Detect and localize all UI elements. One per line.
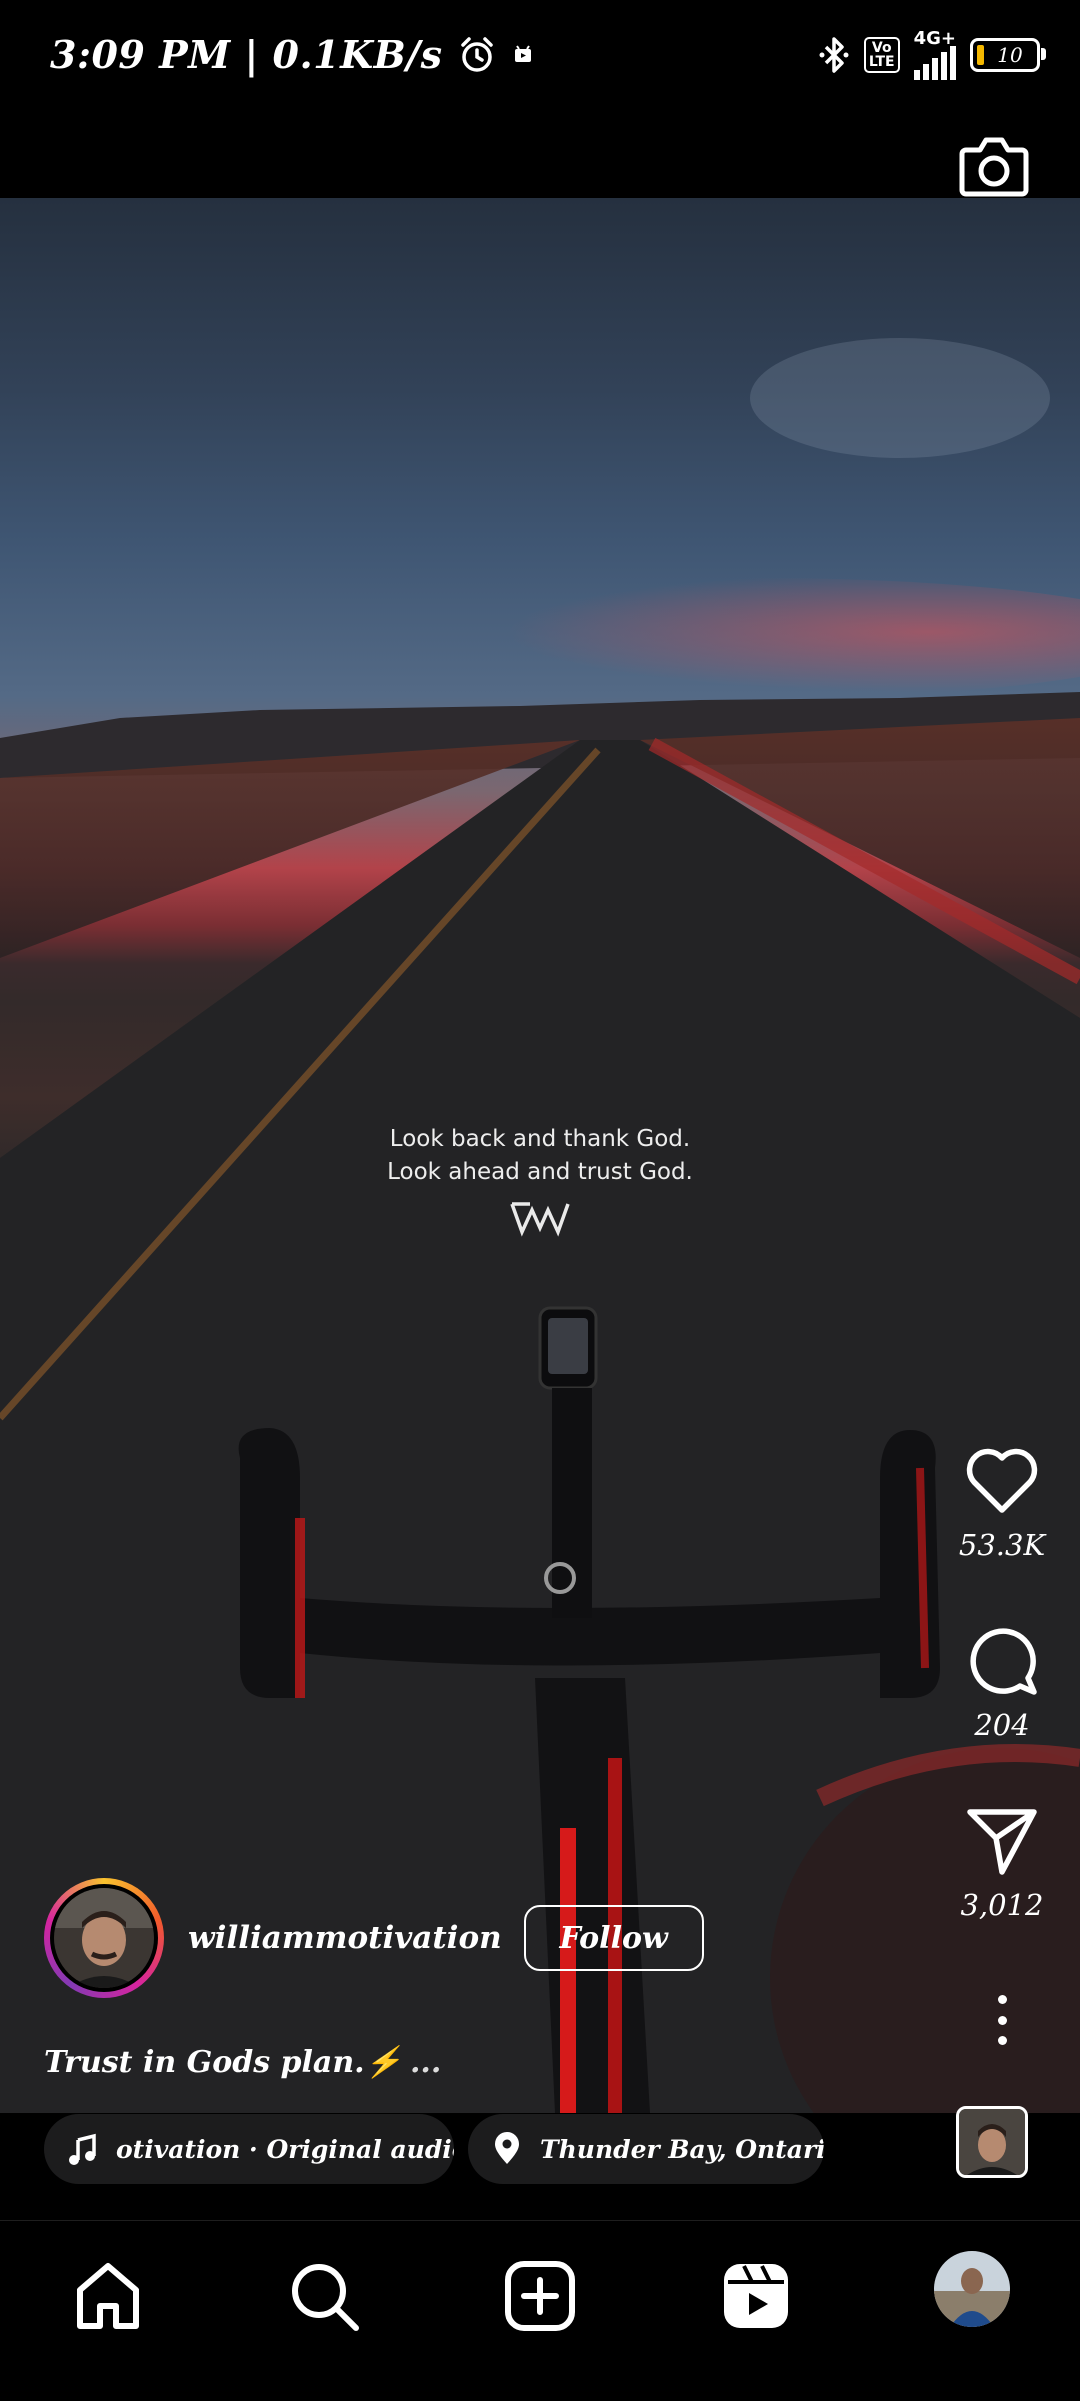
status-time: 3:09 PM | 0.1KB/s xyxy=(50,32,443,77)
overlay-line-1: Look back and thank God. xyxy=(389,1126,691,1152)
location-chip[interactable]: Thunder Bay, Ontario xyxy=(468,2114,824,2184)
video-overlay-text: Look back and thank God. Look ahead and … xyxy=(0,1123,1080,1189)
battery-fill xyxy=(977,45,984,65)
caption[interactable]: Trust in Gods plan.⚡... xyxy=(44,2045,441,2080)
profile-avatar[interactable] xyxy=(934,2251,1010,2327)
comment-action[interactable]: 204 xyxy=(952,1620,1052,1742)
overlay-line-2: Look ahead and trust God. xyxy=(387,1159,693,1185)
reels-icon[interactable] xyxy=(718,2258,794,2334)
heart-icon[interactable] xyxy=(962,1440,1042,1520)
bluetooth-icon xyxy=(818,35,850,75)
comment-icon[interactable] xyxy=(962,1620,1042,1700)
comment-count: 204 xyxy=(974,1708,1030,1742)
battery-icon: 10 xyxy=(970,38,1046,72)
audio-label: otivation · Original audio u xyxy=(116,2134,454,2164)
status-right: Vo LTE 4G+ 10 xyxy=(818,30,1046,80)
signal-icon: 4G+ xyxy=(913,30,956,80)
location-label: Thunder Bay, Ontario xyxy=(540,2134,824,2164)
location-pin-icon xyxy=(495,2132,519,2164)
author-avatar[interactable] xyxy=(44,1878,164,1998)
share-count: 3,012 xyxy=(960,1888,1044,1922)
audio-chip[interactable]: otivation · Original audio u xyxy=(44,2114,454,2184)
volte-badge: Vo LTE xyxy=(863,37,900,73)
notification-icon xyxy=(511,43,535,67)
alarm-icon xyxy=(457,35,497,75)
audio-thumbnail[interactable] xyxy=(956,2106,1028,2178)
reel-video[interactable]: Look back and thank God. Look ahead and … xyxy=(0,198,1080,2113)
battery-level: 10 xyxy=(997,43,1023,67)
more-icon[interactable] xyxy=(984,1995,1020,2045)
caption-more[interactable]: ... xyxy=(410,2045,441,2080)
create-icon[interactable] xyxy=(502,2258,578,2334)
status-bar: 3:09 PM | 0.1KB/s Vo LTE 4G+ 10 xyxy=(0,0,1080,115)
music-note-icon xyxy=(69,2133,96,2165)
home-icon[interactable] xyxy=(70,2258,146,2334)
follow-button[interactable]: Follow xyxy=(523,1905,704,1971)
camera-icon[interactable] xyxy=(958,132,1030,198)
like-count: 53.3K xyxy=(958,1528,1046,1562)
author-row: williammotivation Follow xyxy=(44,1878,704,1998)
share-icon[interactable] xyxy=(962,1800,1042,1880)
watermark-logo-icon xyxy=(508,1198,572,1238)
caption-text: Trust in Gods plan.⚡ xyxy=(44,2045,402,2080)
like-action[interactable]: 53.3K xyxy=(952,1440,1052,1562)
status-left: 3:09 PM | 0.1KB/s xyxy=(50,32,535,77)
author-username[interactable]: williammotivation xyxy=(188,1920,502,1956)
share-action[interactable]: 3,012 xyxy=(952,1800,1052,1922)
signal-bars xyxy=(913,46,956,80)
info-chips: otivation · Original audio u Thunder Bay… xyxy=(0,2114,1080,2219)
search-icon[interactable] xyxy=(286,2258,362,2334)
bottom-nav xyxy=(0,2220,1080,2401)
